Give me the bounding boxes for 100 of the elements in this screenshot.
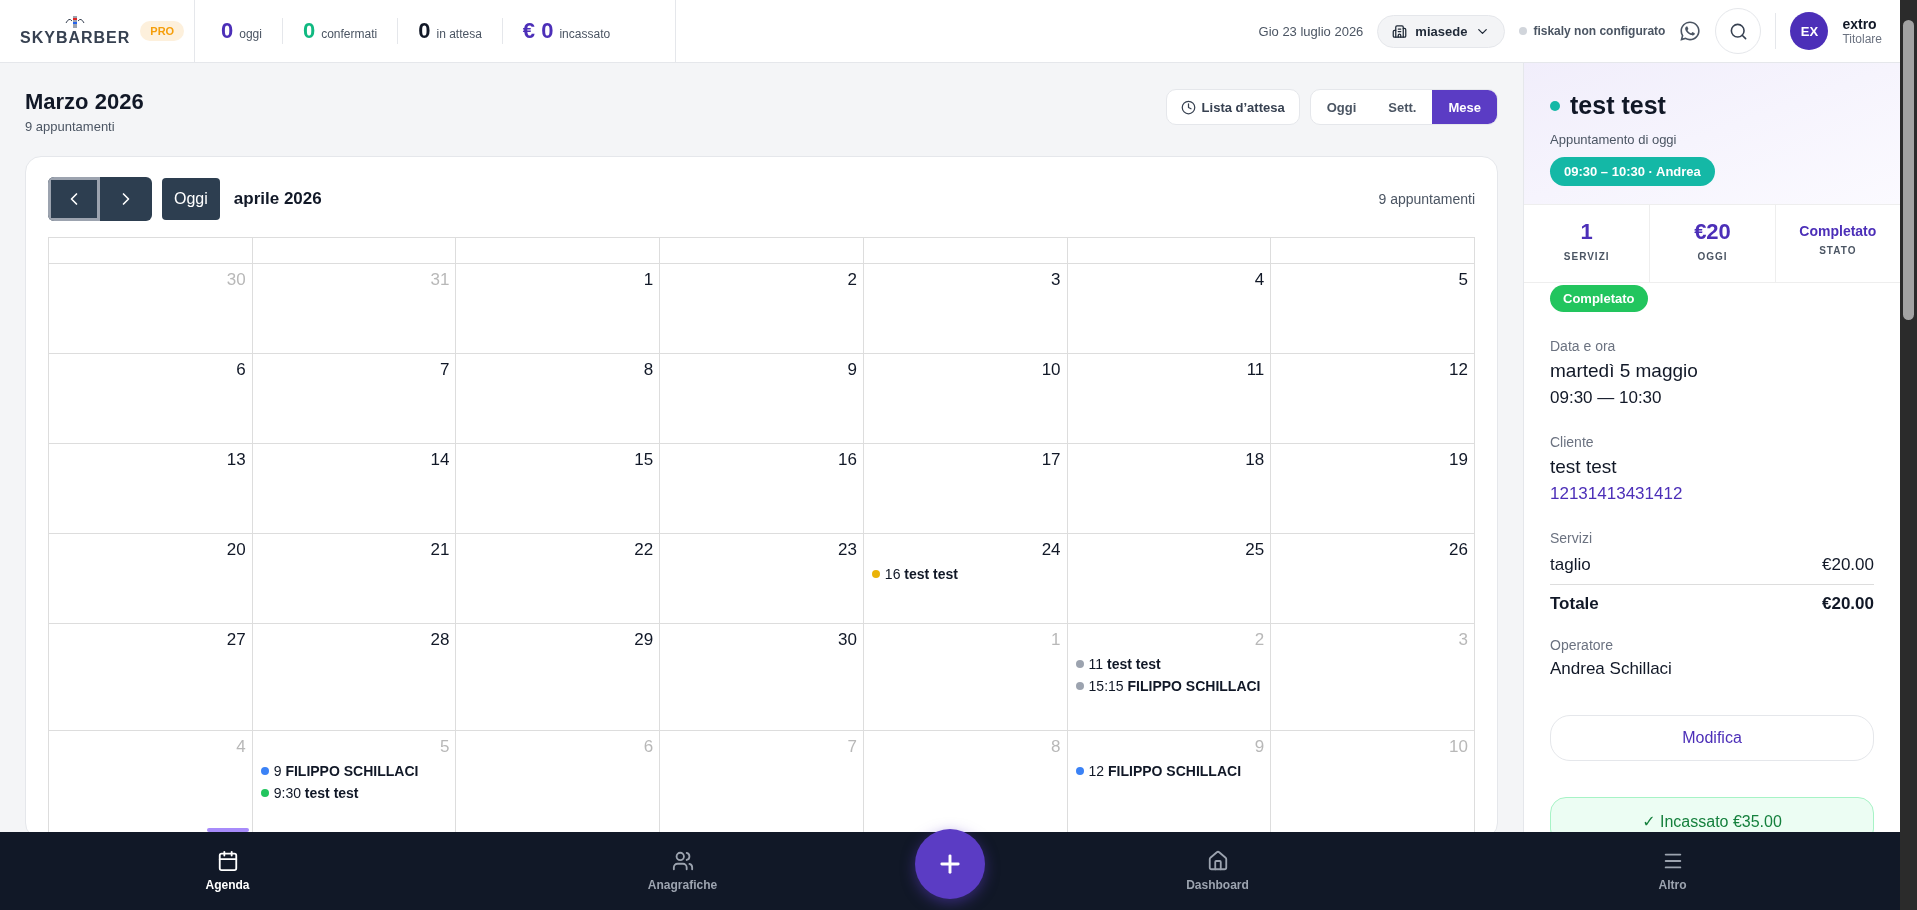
paid-button[interactable]: ✓ Incassato €35.00: [1550, 797, 1874, 832]
field-label: Cliente: [1550, 434, 1595, 450]
nav-tab[interactable]: Altro: [1445, 832, 1900, 910]
day-number: 29: [634, 630, 654, 650]
nav-tab[interactable]: Anagrafiche: [455, 832, 910, 910]
user-role: Titolare: [1842, 32, 1882, 46]
brand-logo: SKYBARBER: [20, 29, 131, 47]
day-number: 7: [847, 737, 857, 757]
appointment-time: 09:30 — 10:30: [1550, 388, 1663, 408]
day-number: 1: [643, 270, 654, 290]
day-number: 30: [837, 630, 857, 650]
day-number: 8: [1051, 737, 1061, 757]
calendar-event[interactable]: 16 test test: [884, 566, 958, 582]
today-button[interactable]: Oggi: [162, 178, 220, 220]
stat-label: oggi: [239, 27, 262, 41]
status-badge: Completato: [1550, 285, 1648, 312]
day-number: 8: [643, 360, 654, 380]
service-name: taglio: [1550, 555, 1591, 575]
scrollbar[interactable]: [1900, 0, 1917, 910]
day-number: 5: [1458, 270, 1468, 290]
add-button[interactable]: [915, 829, 985, 899]
stat-label: incassato: [559, 27, 611, 41]
day-number: 3: [1051, 270, 1061, 290]
day-number: 30: [226, 270, 246, 290]
day-number: 10: [1449, 737, 1468, 757]
previous-button[interactable]: [48, 177, 100, 221]
appointment-date: martedì 5 maggio: [1550, 360, 1699, 382]
current-date: Gio 23 luglio 2026: [1258, 23, 1364, 39]
client-name: test test: [1550, 456, 1618, 478]
day-number: 1: [1051, 630, 1061, 650]
page-title: Marzo 2026: [25, 89, 144, 115]
day-number: 17: [1041, 450, 1061, 470]
field-label: Operatore: [1550, 637, 1615, 653]
day-number: 5: [439, 737, 450, 757]
nav-tab[interactable]: Dashboard: [990, 832, 1445, 910]
day-number: 2: [1254, 630, 1265, 650]
day-number: 15: [634, 450, 654, 470]
operator-name: Andrea Schillaci: [1550, 659, 1673, 679]
stat-value: €20: [1694, 219, 1731, 245]
day-number: 24: [1041, 540, 1061, 560]
stat-label: in attesa: [436, 27, 482, 41]
search-button[interactable]: [1715, 8, 1762, 54]
stat-label: SERVIZI: [1563, 251, 1610, 262]
calendar-event[interactable]: 15:15 FILIPPO SCHILLACI: [1088, 678, 1261, 694]
appointment-subtitle: Appuntamento di oggi: [1550, 132, 1678, 147]
appointment-count: 9 appuntamenti: [1378, 191, 1475, 207]
branch-select[interactable]: miasede: [1377, 14, 1506, 48]
view-tab[interactable]: Sett.: [1372, 90, 1433, 124]
day-number: 25: [1245, 540, 1265, 560]
plan-badge: PRO: [140, 21, 185, 41]
whatsapp-icon[interactable]: [1679, 20, 1702, 42]
stat-label: OGGI: [1697, 251, 1728, 262]
day-number: 3: [1458, 630, 1468, 650]
calendar-event[interactable]: 12 FILIPPO SCHILLACI: [1088, 763, 1242, 779]
field-label: Data e ora: [1550, 338, 1617, 354]
day-number: 23: [837, 540, 857, 560]
day-number: 6: [236, 360, 246, 380]
day-number: 9: [1254, 737, 1265, 757]
edit-button[interactable]: Modifica: [1550, 715, 1874, 761]
day-number: 26: [1449, 540, 1468, 560]
stat-value: 0: [302, 18, 316, 44]
waitlist-button[interactable]: Lista d’attesa: [1165, 89, 1300, 125]
day-number: 4: [236, 737, 246, 757]
day-number: 10: [1041, 360, 1061, 380]
calendar-icon: [216, 850, 239, 872]
phone-link[interactable]: 12131413431412: [1550, 484, 1874, 504]
stat-value: 0: [221, 18, 234, 44]
day-number: 6: [643, 737, 654, 757]
building-icon: [1392, 23, 1408, 39]
day-number: 18: [1245, 450, 1265, 470]
day-number: 12: [1449, 360, 1468, 380]
fiscal-status: fiskaly non configurato: [1533, 24, 1666, 38]
home-icon: [1206, 850, 1229, 872]
search-icon: [1728, 21, 1748, 41]
day-number: 27: [226, 630, 246, 650]
barber-pole-icon: [64, 15, 87, 29]
total-price: €20.00: [1822, 594, 1874, 614]
status-dot: [1519, 27, 1528, 35]
view-tab[interactable]: Oggi: [1310, 90, 1373, 124]
day-number: 2: [847, 270, 857, 290]
people-icon: [671, 850, 694, 872]
day-number: 16: [837, 450, 857, 470]
user-avatar[interactable]: EX: [1790, 12, 1829, 50]
calendar-month: aprile 2026: [233, 189, 323, 209]
stat-value: € 0: [522, 18, 554, 44]
day-number: 13: [226, 450, 246, 470]
day-number: 4: [1254, 270, 1265, 290]
status-dot: [1550, 100, 1560, 111]
user-name: extro: [1842, 16, 1878, 32]
calendar-event[interactable]: 9 FILIPPO SCHILLACI: [273, 763, 419, 779]
day-number: 28: [430, 630, 450, 650]
time-badge: 09:30 – 10:30 · Andrea: [1550, 157, 1715, 186]
view-tab[interactable]: Mese: [1432, 90, 1497, 124]
calendar-event[interactable]: 9:30 test test: [273, 785, 359, 801]
calendar-event[interactable]: 11 test test: [1088, 656, 1161, 672]
day-number: 21: [430, 540, 450, 560]
stat-label: confermati: [321, 27, 378, 41]
day-number: 14: [430, 450, 450, 470]
stat-value: 0: [418, 18, 431, 44]
day-number: 11: [1246, 360, 1265, 380]
